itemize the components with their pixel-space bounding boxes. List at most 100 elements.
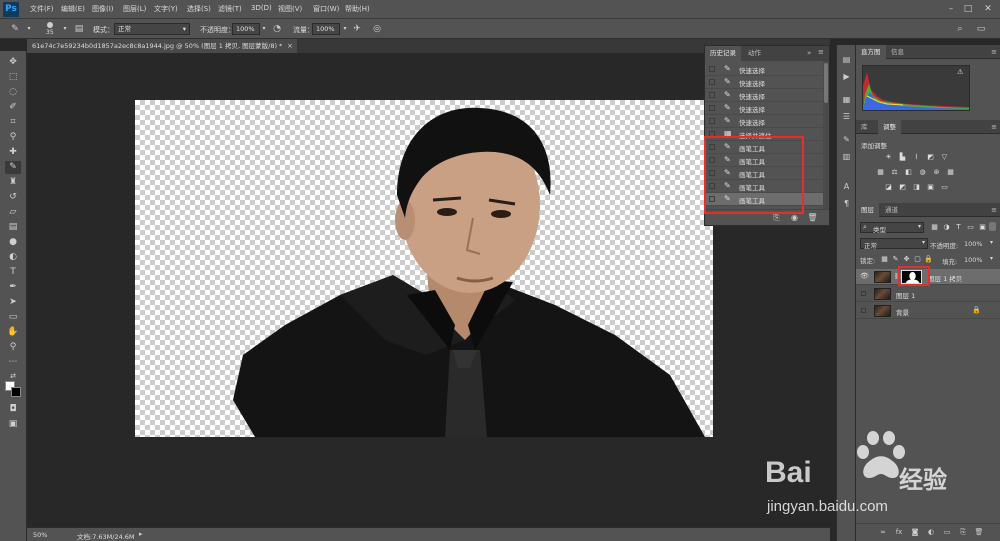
menu-type[interactable]: 文字(Y) [154, 4, 178, 14]
character-panel-icon[interactable]: A [840, 180, 853, 193]
menu-edit[interactable]: 编辑(E) [61, 4, 85, 14]
color-lookup-icon[interactable]: ▦ [946, 168, 955, 177]
lock-artboard-icon[interactable]: ▢ [913, 255, 922, 264]
opacity-input[interactable]: 100% [232, 23, 260, 35]
eye-icon[interactable]: 👁 [860, 272, 869, 280]
layer-thumbnail[interactable] [874, 288, 891, 300]
tab-actions[interactable]: 动作 [743, 46, 766, 61]
gradient-map-icon[interactable]: ▭ [940, 183, 949, 192]
history-item[interactable]: ✎ 快速选择 [705, 115, 823, 128]
history-item[interactable]: ✎ 快速选择 [705, 76, 823, 89]
history-source-checkbox[interactable] [709, 105, 715, 111]
fill-value[interactable]: 100% [964, 256, 983, 264]
marquee-tool-icon[interactable]: ⬚ [5, 71, 21, 84]
close-icon[interactable]: × [287, 39, 293, 53]
brightness-icon[interactable]: ☀ [884, 153, 893, 162]
history-source-checkbox[interactable] [709, 79, 715, 85]
layer-row[interactable]: 图层 1 [856, 286, 1000, 302]
airbrush-icon[interactable]: ✈ [350, 22, 364, 36]
hand-tool-icon[interactable]: ✋ [5, 326, 21, 339]
chevron-right-icon[interactable]: ▸ [139, 530, 143, 538]
menu-file[interactable]: 文件(F) [30, 4, 54, 14]
blend-mode-select[interactable]: 正常 ▾ [860, 238, 928, 250]
history-source-checkbox[interactable] [709, 118, 715, 124]
menu-help[interactable]: 帮助(H) [345, 4, 370, 14]
history-brush-tool-icon[interactable]: ↺ [5, 191, 21, 204]
pressure-size-icon[interactable]: ◎ [370, 22, 384, 36]
dodge-tool-icon[interactable]: ◐ [5, 251, 21, 264]
layer-style-icon[interactable]: fx [894, 527, 904, 537]
menu-window[interactable]: 窗口(W) [313, 4, 339, 14]
type-tool-icon[interactable]: T [5, 266, 21, 279]
exposure-icon[interactable]: ◩ [926, 153, 935, 162]
menu-3d[interactable]: 3D(D) [251, 4, 272, 12]
history-panel-icon[interactable]: ▤ [840, 53, 853, 66]
vibrance-icon[interactable]: ▽ [940, 153, 949, 162]
close-icon[interactable]: ✕ [981, 2, 995, 16]
tab-history[interactable]: 历史记录 [705, 46, 741, 61]
zoom-tool-icon[interactable]: ⚲ [5, 341, 21, 354]
paragraph-panel-icon[interactable]: ¶ [840, 197, 853, 210]
shape-tool-icon[interactable]: ▭ [5, 311, 21, 324]
chevron-down-icon[interactable]: ▾ [990, 239, 993, 246]
menu-select[interactable]: 选择(S) [187, 4, 211, 14]
tab-channels[interactable]: 通道 [880, 203, 903, 217]
minimize-icon[interactable]: – [944, 2, 958, 16]
warning-icon[interactable]: ⚠ [957, 68, 963, 76]
filter-toggle[interactable] [989, 222, 996, 231]
history-item[interactable]: ✎ 快速选择 [705, 102, 823, 115]
eraser-tool-icon[interactable]: ▱ [5, 206, 21, 219]
filter-adjustment-icon[interactable]: ◑ [942, 223, 951, 232]
brush-panel-icon[interactable]: ▤ [72, 22, 86, 36]
brush-size-picker[interactable]: 35 [44, 21, 56, 37]
pen-tool-icon[interactable]: ✒ [5, 281, 21, 294]
panel-menu-icon[interactable]: ≡ [991, 45, 997, 59]
background-color-swatch[interactable] [11, 387, 21, 397]
levels-icon[interactable]: ▙ [898, 153, 907, 162]
filter-shape-icon[interactable]: ▭ [966, 223, 975, 232]
layer-name[interactable]: 背景 [896, 307, 909, 317]
lock-transparency-icon[interactable]: ▦ [880, 255, 889, 264]
tab-info[interactable]: 信息 [886, 45, 909, 59]
history-source-checkbox[interactable] [709, 92, 715, 98]
lock-icon[interactable]: 🔒 [972, 306, 981, 314]
mode-select[interactable]: 正常 ▾ [114, 23, 190, 35]
tab-histogram[interactable]: 直方图 [856, 45, 886, 59]
menu-filter[interactable]: 滤镜(T) [218, 4, 242, 14]
lasso-tool-icon[interactable]: ◌ [5, 86, 21, 99]
collapse-icon[interactable]: » [807, 49, 811, 57]
link-layers-icon[interactable]: ∞ [878, 527, 888, 537]
properties-panel-icon[interactable]: ▦ [840, 93, 853, 106]
filter-pixel-icon[interactable]: ▦ [930, 223, 939, 232]
menu-image[interactable]: 图像(I) [92, 4, 114, 14]
layer-kind-filter[interactable]: ⌕ 类型 ▾ [860, 222, 924, 234]
add-mask-icon[interactable]: ◙ [910, 527, 920, 537]
history-source-checkbox[interactable] [709, 66, 715, 72]
layer-row[interactable]: 背景 🔒 [856, 303, 1000, 319]
healing-brush-tool-icon[interactable]: ✚ [5, 146, 21, 159]
panel-menu-icon[interactable]: ≡ [818, 48, 824, 56]
layer-thumbnail[interactable] [874, 305, 891, 317]
new-group-icon[interactable]: ▭ [942, 527, 952, 537]
panel-menu-icon[interactable]: ≡ [991, 120, 997, 134]
maximize-icon[interactable]: □ [961, 2, 975, 16]
adjustment-layer-icon[interactable]: ◐ [926, 527, 936, 537]
color-balance-icon[interactable]: ⚖ [890, 168, 899, 177]
quick-select-tool-icon[interactable]: ✐ [5, 101, 21, 114]
screen-mode-icon[interactable]: ▣ [5, 418, 21, 431]
gradient-tool-icon[interactable]: ▤ [5, 221, 21, 234]
filter-type-icon[interactable]: T [954, 223, 963, 232]
lock-all-icon[interactable]: 🔒 [924, 255, 933, 264]
flow-input[interactable]: 100% [312, 23, 340, 35]
tab-adjustments[interactable]: 调整 [878, 120, 901, 134]
crop-tool-icon[interactable]: ⌗ [5, 116, 21, 129]
menu-view[interactable]: 视图(V) [278, 4, 302, 14]
channel-mixer-icon[interactable]: ⊛ [932, 168, 941, 177]
more-tools-icon[interactable]: ⋯ [5, 356, 21, 369]
menu-layer[interactable]: 图层(L) [123, 4, 146, 14]
tab-layers[interactable]: 图层 [856, 203, 879, 217]
history-scrollbar[interactable] [823, 61, 829, 209]
scrollbar-thumb[interactable] [824, 63, 828, 103]
chevron-down-icon[interactable]: ▾ [990, 255, 993, 262]
tab-libraries[interactable]: 库 [856, 120, 873, 134]
